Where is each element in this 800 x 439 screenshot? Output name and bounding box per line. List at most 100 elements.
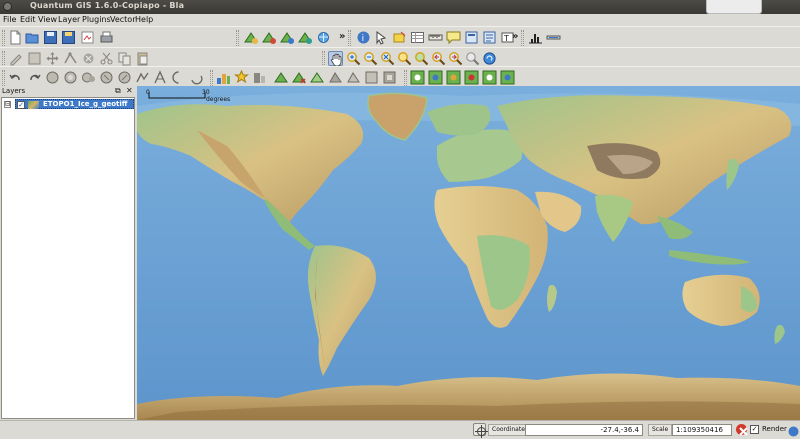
toolbar-grip[interactable] [2,51,5,67]
node-tool-icon[interactable] [63,51,78,66]
zoom-last-icon[interactable] [431,51,446,66]
copy-features-icon[interactable] [117,51,132,66]
scale-field[interactable]: 1:109350416 [672,424,732,436]
gps-icon[interactable] [546,30,561,45]
gdal-tool-4-icon[interactable] [464,70,479,85]
collapse-icon[interactable]: ⊟ [4,101,11,108]
deselect-icon[interactable] [392,30,407,45]
gdal-tool-1-icon[interactable] [410,70,425,85]
select-features-icon[interactable] [374,30,389,45]
add-postgis-layer-icon[interactable] [280,30,295,45]
toolbar-grip[interactable] [2,30,5,46]
layer-visibility-checkbox[interactable]: ✓ [17,101,25,109]
new-project-icon[interactable] [8,30,23,45]
refresh-icon[interactable] [482,51,497,66]
pan-map-icon[interactable] [328,51,343,67]
toggle-extents-icon[interactable] [473,423,488,438]
rotate-point-icon[interactable] [189,70,204,85]
save-as-icon[interactable] [61,30,76,45]
print-composer-icon[interactable] [80,30,95,45]
new-vector-layer-icon[interactable] [274,70,289,85]
delete-selected-icon[interactable] [81,51,96,66]
paste-features-icon[interactable] [135,51,150,66]
histogram-icon[interactable] [528,30,543,45]
zoom-full-icon[interactable] [380,51,395,66]
zoom-out-icon[interactable] [363,51,378,66]
delete-ring-icon[interactable] [99,70,114,85]
zoom-to-selection-icon[interactable] [397,51,412,66]
map-tips-icon[interactable] [446,30,461,45]
toolbar-grip[interactable] [348,30,351,46]
menu-edit[interactable]: Edit [20,15,36,24]
attribute-table-icon[interactable] [410,30,425,45]
add-spatialite-layer-icon[interactable] [298,30,313,45]
gdal-tool-3-icon[interactable] [446,70,461,85]
layer-tree[interactable]: ⊟ ✓ ETOPO1_Ice_g_geotiff [1,97,135,419]
new-bookmark-icon[interactable] [464,30,479,45]
toolbar-overflow[interactable]: » [512,31,518,42]
menu-layer[interactable]: Layer [58,15,80,24]
delete-part-icon[interactable] [117,70,132,85]
gdal-tool-2-icon[interactable] [428,70,443,85]
move-feature-icon[interactable] [45,51,60,66]
save-edits-icon[interactable] [27,51,42,66]
zoom-next-icon[interactable] [448,51,463,66]
coordinate-field[interactable]: -27.4,-36.4 [525,424,643,436]
add-vector-layer-icon[interactable] [244,30,259,45]
undo-icon[interactable] [8,70,23,85]
digitize-ring-icon[interactable] [382,70,397,85]
stop-render-icon[interactable] [736,424,748,436]
digitize-line-icon[interactable] [346,70,361,85]
redo-icon[interactable] [27,70,42,85]
menu-view[interactable]: View [38,15,57,24]
menu-vector[interactable]: Vector [110,15,136,24]
add-ring-icon[interactable] [63,70,78,85]
menu-help[interactable]: Help [135,15,153,24]
zoom-in-icon[interactable] [346,51,361,66]
identify-icon[interactable]: i [356,30,371,45]
print-icon[interactable] [99,30,114,45]
layer-item[interactable]: ✓ ETOPO1_Ice_g_geotiff [15,99,134,109]
toolbar-grip[interactable] [210,70,213,86]
zoom-actual-icon[interactable] [465,51,480,66]
reshape-icon[interactable] [135,70,150,85]
cut-features-icon[interactable] [99,51,114,66]
show-bookmarks-icon[interactable] [482,30,497,45]
zoom-to-layer-icon[interactable] [414,51,429,66]
crs-status-icon[interactable] [786,424,799,437]
open-project-icon[interactable] [25,30,40,45]
toolbar-overflow[interactable]: » [339,31,345,42]
toolbar-grip[interactable] [2,70,5,86]
layer-properties-icon[interactable] [310,70,325,85]
close-window-icon[interactable] [3,2,12,11]
toolbar-grip[interactable] [236,30,239,46]
gdal-tool-6-icon[interactable] [500,70,515,85]
simplify-feature-icon[interactable] [45,70,60,85]
close-panel-icon[interactable]: ✕ [126,86,133,95]
overview-icon[interactable] [252,70,267,85]
menu-plugins[interactable]: Plugins [82,15,111,24]
add-raster-layer-icon[interactable] [262,30,277,45]
layers-panel: Layers ⧉ ✕ ⊟ ✓ ETOPO1_Ice_g_geotiff [0,86,136,420]
measure-line-icon[interactable] [428,30,443,45]
add-wms-layer-icon[interactable] [316,30,331,45]
star-marker-icon[interactable] [234,70,249,85]
merge-features-icon[interactable] [171,70,186,85]
float-panel-icon[interactable]: ⧉ [115,86,121,96]
gdal-tool-5-icon[interactable] [482,70,497,85]
add-part-icon[interactable] [81,70,96,85]
digitize-polygon-icon[interactable] [364,70,379,85]
toolbar-grip[interactable] [322,51,325,67]
label-tool-icon[interactable] [216,70,231,85]
menu-file[interactable]: File [3,15,16,24]
save-project-icon[interactable] [43,30,58,45]
digitize-point-icon[interactable] [328,70,343,85]
toolbar-grip[interactable] [404,70,407,86]
toggle-editing-icon[interactable] [8,51,23,66]
render-checkbox[interactable]: ✓ [750,425,759,434]
remove-layer-icon[interactable] [292,70,307,85]
map-canvas[interactable] [137,86,800,420]
toolbar-grip[interactable] [521,30,524,46]
svg-text:T: T [503,34,509,43]
split-features-icon[interactable] [153,70,168,85]
